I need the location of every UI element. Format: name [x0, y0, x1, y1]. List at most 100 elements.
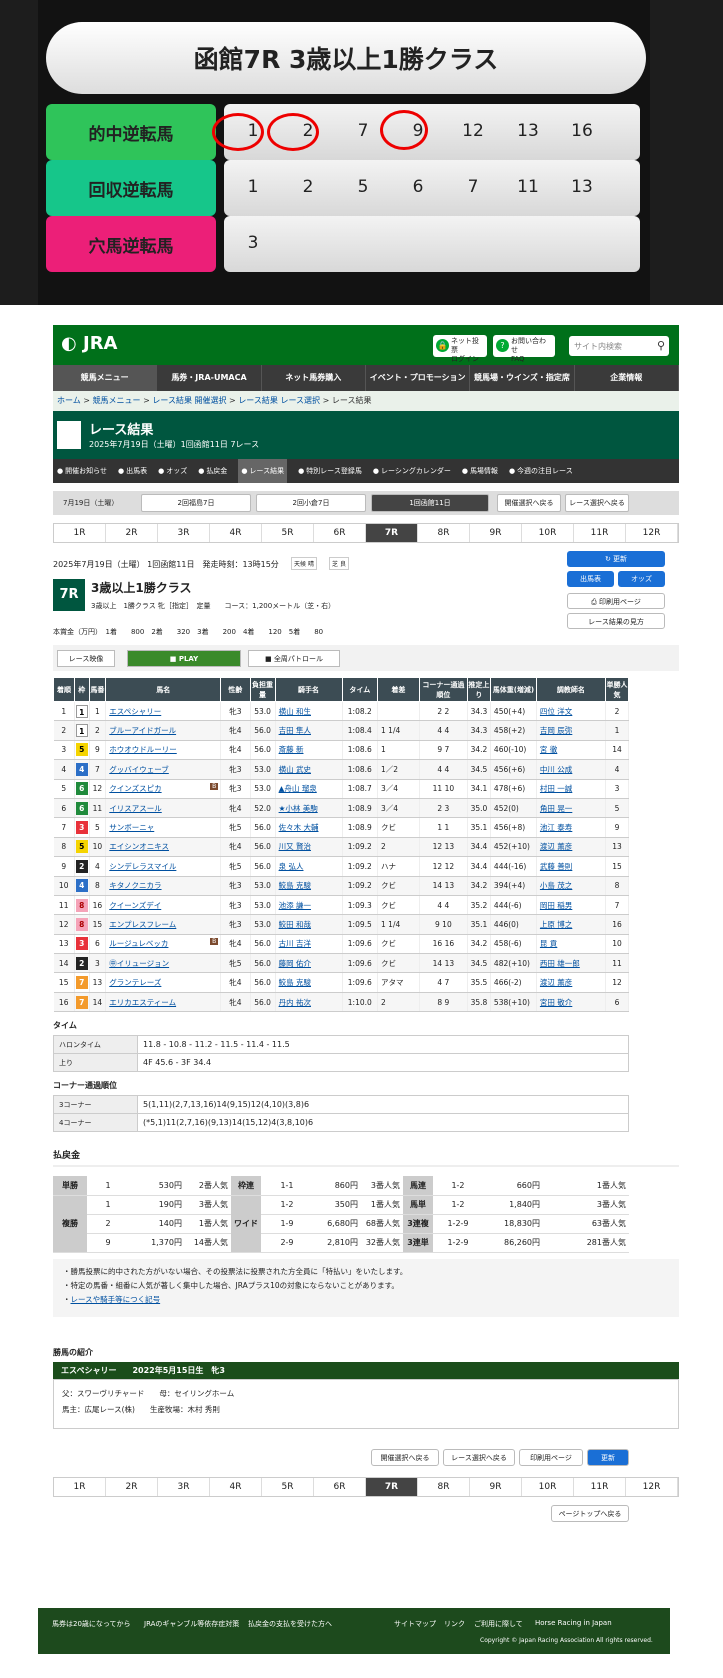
horse-name[interactable]: ルージュレベッカ B: [105, 934, 222, 955]
jockey[interactable]: 丹内 祐次: [275, 992, 343, 1013]
result-guide-button[interactable]: レース結果の見方: [567, 613, 665, 629]
jockey[interactable]: 川又 賢治: [275, 837, 343, 858]
subnav-item[interactable]: レース結果: [238, 459, 288, 483]
subnav-item[interactable]: オッズ: [158, 459, 187, 483]
breadcrumb-link[interactable]: レース結果 レース選択: [238, 396, 320, 405]
race-tab[interactable]: 11R: [574, 524, 626, 542]
footer-link[interactable]: JRAのギャンブル等依存症対策: [144, 1619, 239, 1629]
trainer[interactable]: 四位 洋文: [536, 701, 606, 722]
trainer[interactable]: 渡辺 薫彦: [536, 837, 606, 858]
trainer[interactable]: 宮 徹: [536, 740, 606, 761]
back-to-meeting-button[interactable]: 開催選択へ戻る: [371, 1448, 439, 1466]
search-icon[interactable]: ⚲: [657, 339, 665, 352]
jockey[interactable]: 泉 弘人: [275, 856, 343, 877]
jockey[interactable]: 斎藤 新: [275, 740, 343, 761]
race-tab[interactable]: 2R: [106, 524, 158, 542]
race-tab[interactable]: 8R: [418, 524, 470, 542]
jockey[interactable]: 鮫島 克駿: [275, 876, 343, 896]
race-tab[interactable]: 5R: [262, 524, 314, 542]
gnav-item[interactable]: 企業情報: [575, 365, 679, 391]
faq-button[interactable]: ? お問い合わせ FAQ: [493, 335, 555, 363]
venue-tab-hakodate[interactable]: 1回函館11日: [371, 494, 489, 512]
trainer[interactable]: 中川 公成: [536, 759, 606, 780]
footer-link[interactable]: サイトマップ: [394, 1619, 436, 1629]
race-tab[interactable]: 8R: [418, 1477, 470, 1496]
venue-tab-fukushima[interactable]: 2回福島7日: [141, 494, 251, 512]
site-search-input[interactable]: サイト内検索 ⚲: [569, 336, 669, 356]
race-tab[interactable]: 2R: [106, 1477, 158, 1496]
gnav-item[interactable]: 競馬場・ウインズ・指定席: [470, 365, 575, 391]
jockey[interactable]: 吉田 隼人: [275, 720, 343, 741]
trainer[interactable]: 西田 雄一郎: [536, 953, 606, 974]
trainer[interactable]: 村田 一誠: [536, 779, 606, 799]
jockey[interactable]: 横山 和生: [275, 701, 343, 722]
jockey[interactable]: 横山 武史: [275, 759, 343, 780]
race-tab[interactable]: 3R: [158, 524, 210, 542]
race-tab[interactable]: 7R: [366, 524, 418, 542]
subnav-item[interactable]: 払戻金: [198, 459, 227, 483]
jockey[interactable]: 古川 吉洋: [275, 934, 343, 955]
login-button[interactable]: 🔒 ネット投票 ログイン: [433, 335, 487, 363]
gnav-item[interactable]: イベント・プロモーション: [366, 365, 471, 391]
symbol-guide-link[interactable]: レースや騎手等につく記号: [71, 1295, 161, 1304]
footer-link[interactable]: 払戻金の支払を受けた方へ: [248, 1619, 332, 1629]
subnav-item[interactable]: レーシングカレンダー: [373, 459, 451, 483]
subnav-item[interactable]: 今週の注目レース: [509, 459, 573, 483]
race-tab[interactable]: 6R: [314, 524, 366, 542]
horse-name[interactable]: クインズスピカ B: [105, 779, 222, 799]
horse-name[interactable]: グランテレーズ: [105, 972, 222, 993]
horse-name[interactable]: キタノクニカラ: [105, 876, 222, 896]
trainer[interactable]: 昆 貢: [536, 934, 606, 955]
odds-button[interactable]: オッズ: [618, 571, 665, 587]
race-tab[interactable]: 9R: [470, 1477, 522, 1496]
race-tab[interactable]: 4R: [210, 524, 262, 542]
back-to-race-button[interactable]: レース選択へ戻る: [565, 494, 629, 512]
horse-name[interactable]: シンデレラスマイル: [105, 856, 222, 877]
jockey[interactable]: 藤岡 佑介: [275, 953, 343, 974]
update-button[interactable]: 更新: [587, 1448, 629, 1466]
race-tab[interactable]: 1R: [54, 524, 106, 542]
trainer[interactable]: 武藤 善則: [536, 856, 606, 877]
horse-name[interactable]: イリスアスール: [105, 798, 222, 819]
gnav-item[interactable]: 競馬メニュー: [53, 365, 158, 391]
trainer[interactable]: 池江 泰寿: [536, 817, 606, 838]
race-tab[interactable]: 11R: [574, 1477, 626, 1496]
subnav-item[interactable]: 開催お知らせ: [57, 459, 107, 483]
footer-link[interactable]: リンク: [444, 1619, 465, 1629]
print-button[interactable]: 印刷用ページ: [519, 1448, 583, 1466]
horse-name[interactable]: エイシンオニキス: [105, 837, 222, 858]
horse-name[interactable]: ㊥イリュージョン: [105, 953, 222, 974]
jockey[interactable]: 鮫島 克駿: [275, 972, 343, 993]
footer-link[interactable]: Horse Racing in Japan: [535, 1619, 612, 1627]
gnav-item[interactable]: ネット馬券購入: [262, 365, 366, 391]
back-to-race-button[interactable]: レース選択へ戻る: [443, 1448, 515, 1466]
race-tab[interactable]: 12R: [626, 1477, 678, 1496]
breadcrumb-link[interactable]: レース結果 開催選択: [152, 396, 226, 405]
race-tab[interactable]: 10R: [522, 1477, 574, 1496]
footer-link[interactable]: 馬券は20歳になってから: [52, 1619, 131, 1629]
trainer[interactable]: 宮田 敬介: [536, 992, 606, 1013]
horse-name[interactable]: サンボーニャ: [105, 817, 222, 838]
jockey[interactable]: 佐々木 大輔: [275, 817, 343, 838]
race-tab[interactable]: 10R: [522, 524, 574, 542]
page-top-button[interactable]: ページトップへ戻る: [551, 1504, 629, 1522]
trainer[interactable]: 岡田 稲男: [536, 895, 606, 916]
venue-tab-kokura[interactable]: 2回小倉7日: [256, 494, 366, 512]
jockey[interactable]: ★小林 美駒: [275, 798, 343, 819]
race-tab[interactable]: 9R: [470, 524, 522, 542]
trainer[interactable]: 角田 晃一: [536, 798, 606, 819]
print-button[interactable]: ⎙ 印刷用ページ: [567, 593, 665, 609]
back-to-meeting-button[interactable]: 開催選択へ戻る: [497, 494, 561, 512]
race-tab[interactable]: 7R: [366, 1477, 418, 1496]
trainer[interactable]: 小島 茂之: [536, 876, 606, 896]
trainer[interactable]: 吉岡 辰弥: [536, 720, 606, 741]
jockey[interactable]: 鮫田 和哉: [275, 914, 343, 935]
jra-logo[interactable]: ◐ JRA: [61, 333, 118, 354]
breadcrumb-link[interactable]: 競馬メニュー: [93, 396, 141, 405]
jockey[interactable]: 池添 謙一: [275, 895, 343, 916]
horse-name[interactable]: クイーンズデイ: [105, 895, 222, 916]
horse-name[interactable]: ホウオウドルーリー: [105, 740, 222, 761]
race-tab[interactable]: 6R: [314, 1477, 366, 1496]
horse-name[interactable]: エリカエスティーム: [105, 992, 222, 1013]
race-tab[interactable]: 5R: [262, 1477, 314, 1496]
